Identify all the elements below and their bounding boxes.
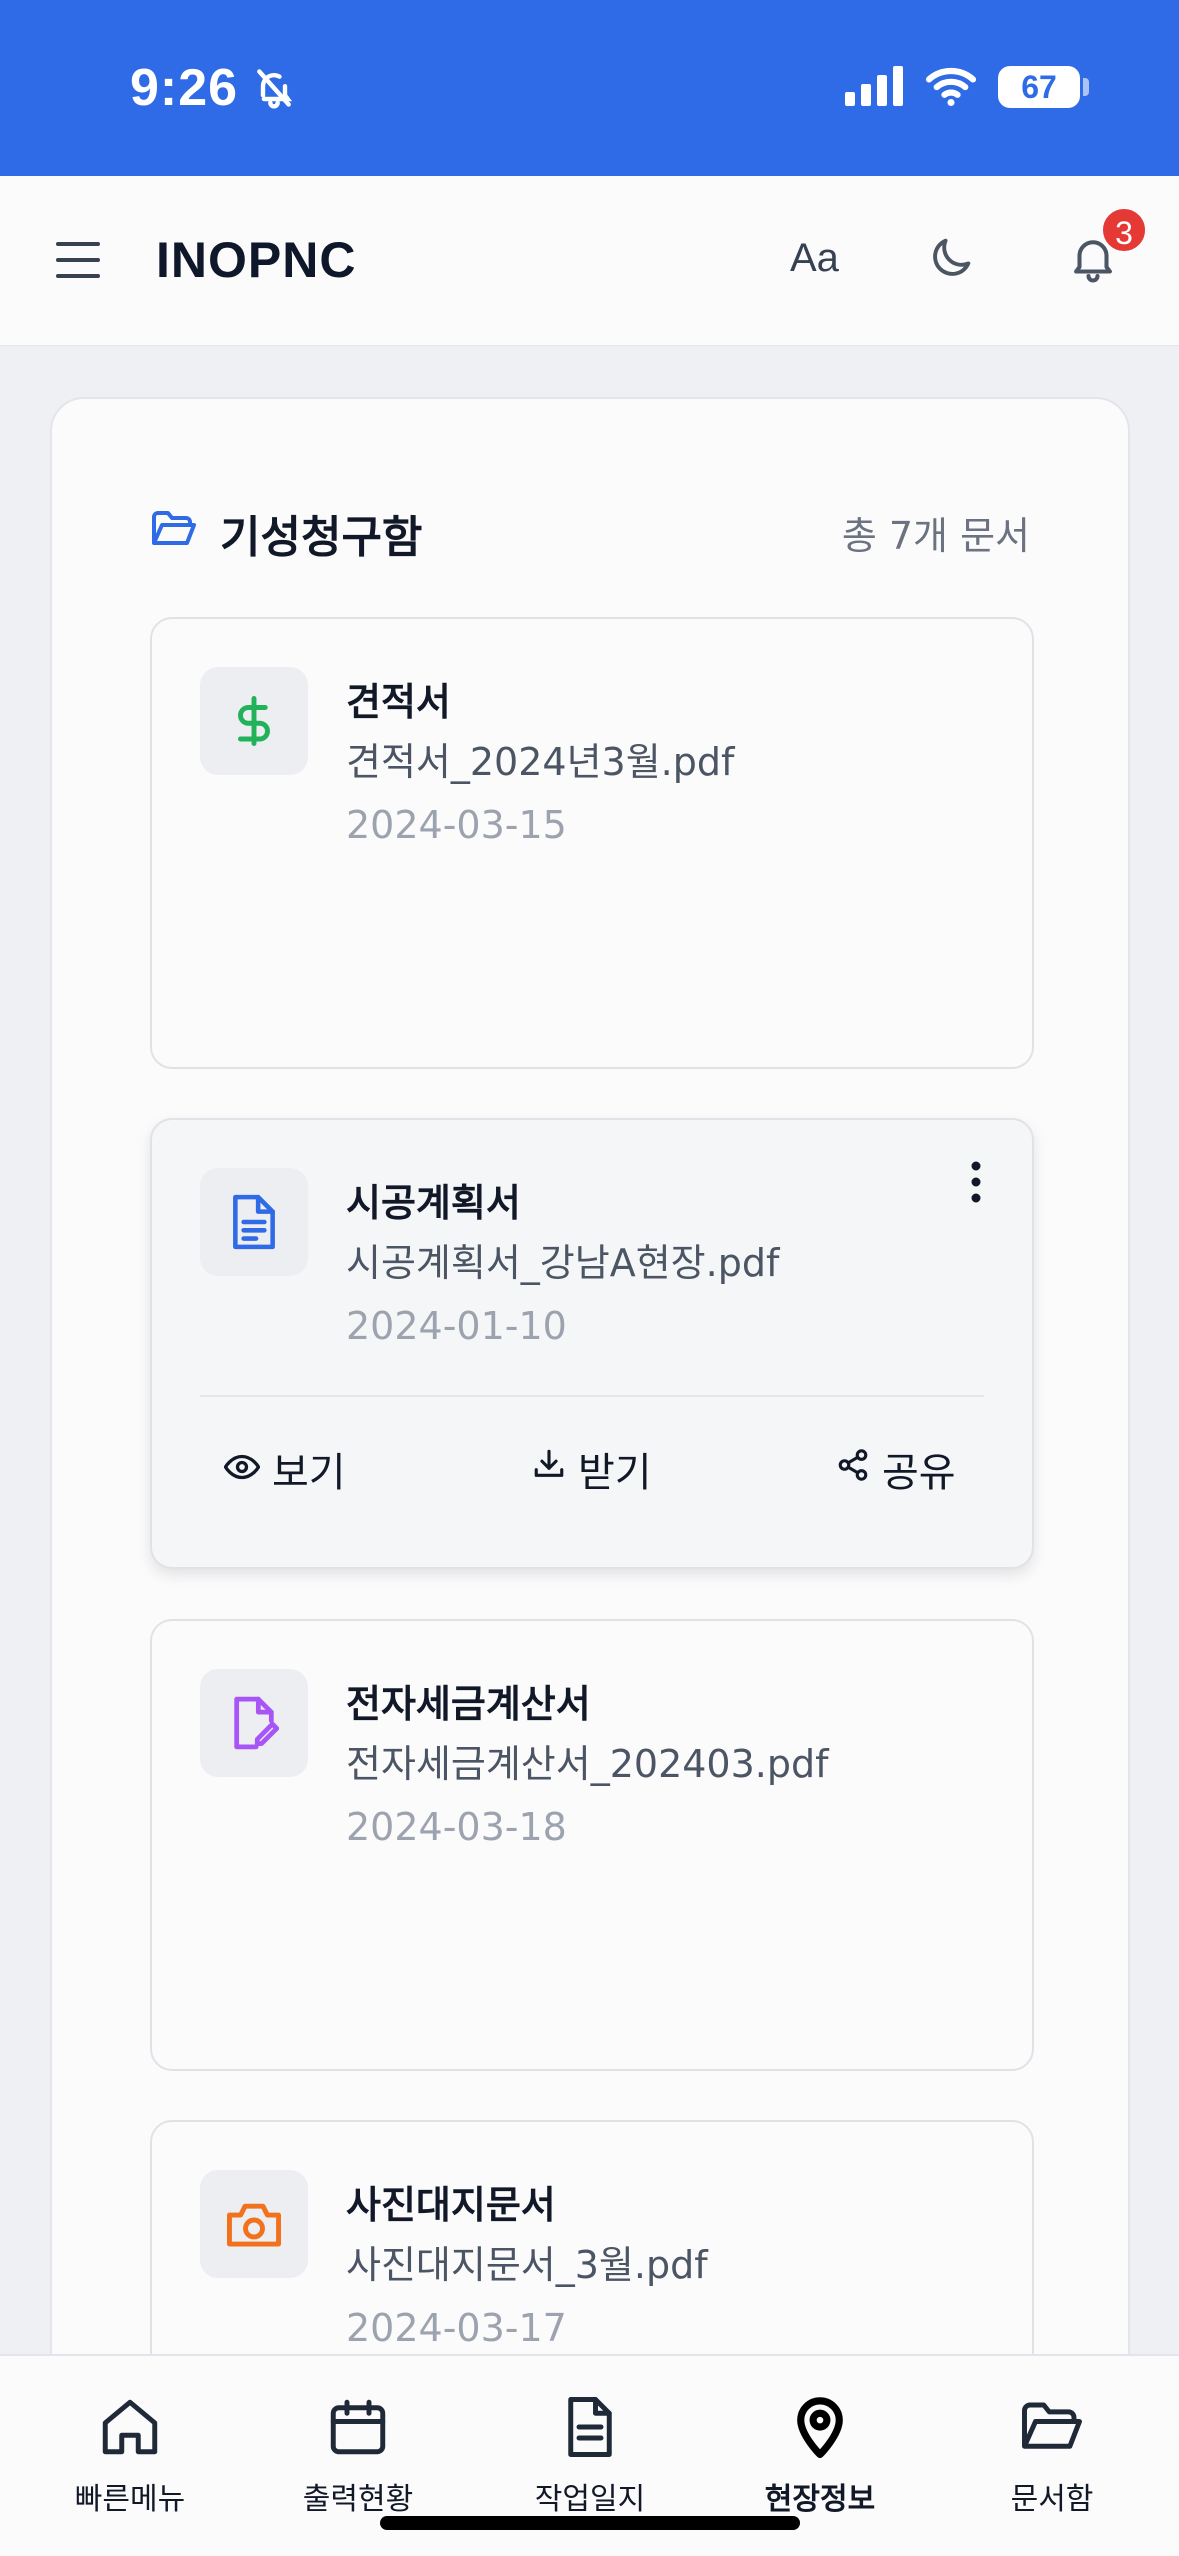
file-text-icon <box>568 2397 612 2457</box>
camera-icon <box>200 2170 308 2278</box>
folder-open-icon <box>150 507 198 555</box>
nav-item-output-status[interactable]: 출력현황 <box>268 2394 448 2518</box>
document-date: 2024-03-17 <box>346 2306 567 2350</box>
document-filename: 시공계획서_강남A현장.pdf <box>346 1241 780 1285</box>
battery-tip <box>1083 78 1089 96</box>
download-icon <box>532 1446 566 1492</box>
document-date: 2024-01-10 <box>346 1304 567 1348</box>
document-title: 견적서 <box>346 680 451 724</box>
app-title: INOPNC <box>156 232 357 288</box>
card-divider <box>200 1395 984 1397</box>
moon-icon[interactable] <box>925 232 977 288</box>
wifi-icon <box>924 64 978 112</box>
nav-item-document-box[interactable]: 문서함 <box>962 2394 1142 2518</box>
document-card-expanded[interactable]: 시공계획서 시공계획서_강남A현장.pdf 2024-01-10 보기 받기 공… <box>150 1118 1034 1569</box>
download-label: 받기 <box>578 1450 652 1496</box>
nav-label: 출력현황 <box>302 2482 414 2517</box>
document-title: 사진대지문서 <box>346 2183 556 2227</box>
home-icon <box>102 2399 158 2455</box>
map-pin-icon <box>797 2397 843 2459</box>
document-panel: 기성청구함 총 7개 문서 견적서 견적서_2024년3월.pdf 2024-0… <box>50 397 1130 2556</box>
nav-label: 작업일지 <box>534 2482 646 2517</box>
signal-icon <box>845 66 907 110</box>
document-filename: 견적서_2024년3월.pdf <box>346 740 735 784</box>
nav-label: 빠른메뉴 <box>74 2482 186 2517</box>
notification-badge: 3 <box>1100 206 1148 254</box>
document-date: 2024-03-15 <box>346 803 567 847</box>
section-header: 기성청구함 총 7개 문서 <box>150 499 1030 563</box>
view-button[interactable]: 보기 <box>223 1440 346 1498</box>
nav-label: 현장정보 <box>764 2482 876 2517</box>
share-icon <box>836 1446 870 1492</box>
document-date: 2024-03-18 <box>346 1805 567 1849</box>
more-options-icon[interactable] <box>970 1160 982 1208</box>
nav-label: 문서함 <box>1010 2482 1094 2517</box>
nav-item-work-log[interactable]: 작업일지 <box>500 2394 680 2518</box>
eye-icon <box>223 1446 261 1492</box>
document-title: 시공계획서 <box>346 1181 521 1225</box>
document-filename: 전자세금계산서_202403.pdf <box>346 1742 829 1786</box>
view-label: 보기 <box>272 1450 346 1496</box>
font-size-button[interactable]: Aa <box>790 236 839 281</box>
share-button[interactable]: 공유 <box>836 1440 956 1498</box>
status-time: 9:26 <box>130 59 239 117</box>
app-header: INOPNC Aa 3 <box>0 176 1179 346</box>
home-indicator <box>380 2516 800 2530</box>
folder-open-icon <box>1022 2402 1082 2449</box>
document-count: 총 7개 문서 <box>841 514 1030 558</box>
section-title: 기성청구함 <box>220 512 423 563</box>
download-button[interactable]: 받기 <box>532 1440 652 1498</box>
file-edit-icon <box>200 1669 308 1777</box>
bell-slash-icon <box>252 66 296 114</box>
battery-icon: 67 <box>998 66 1080 108</box>
nav-item-quick-menu[interactable]: 빠른메뉴 <box>40 2394 220 2518</box>
status-bar: 9:26 67 <box>0 0 1179 176</box>
menu-icon[interactable] <box>54 238 102 286</box>
calendar-icon <box>330 2399 386 2455</box>
dollar-icon <box>200 667 308 775</box>
document-card[interactable]: 견적서 견적서_2024년3월.pdf 2024-03-15 <box>150 617 1034 1069</box>
nav-item-site-info[interactable]: 현장정보 <box>730 2394 910 2518</box>
document-card[interactable]: 전자세금계산서 전자세금계산서_202403.pdf 2024-03-18 <box>150 1619 1034 2071</box>
document-filename: 사진대지문서_3월.pdf <box>346 2243 708 2287</box>
share-label: 공유 <box>882 1450 956 1496</box>
document-icon <box>200 1168 308 1276</box>
document-title: 전자세금계산서 <box>346 1682 591 1726</box>
